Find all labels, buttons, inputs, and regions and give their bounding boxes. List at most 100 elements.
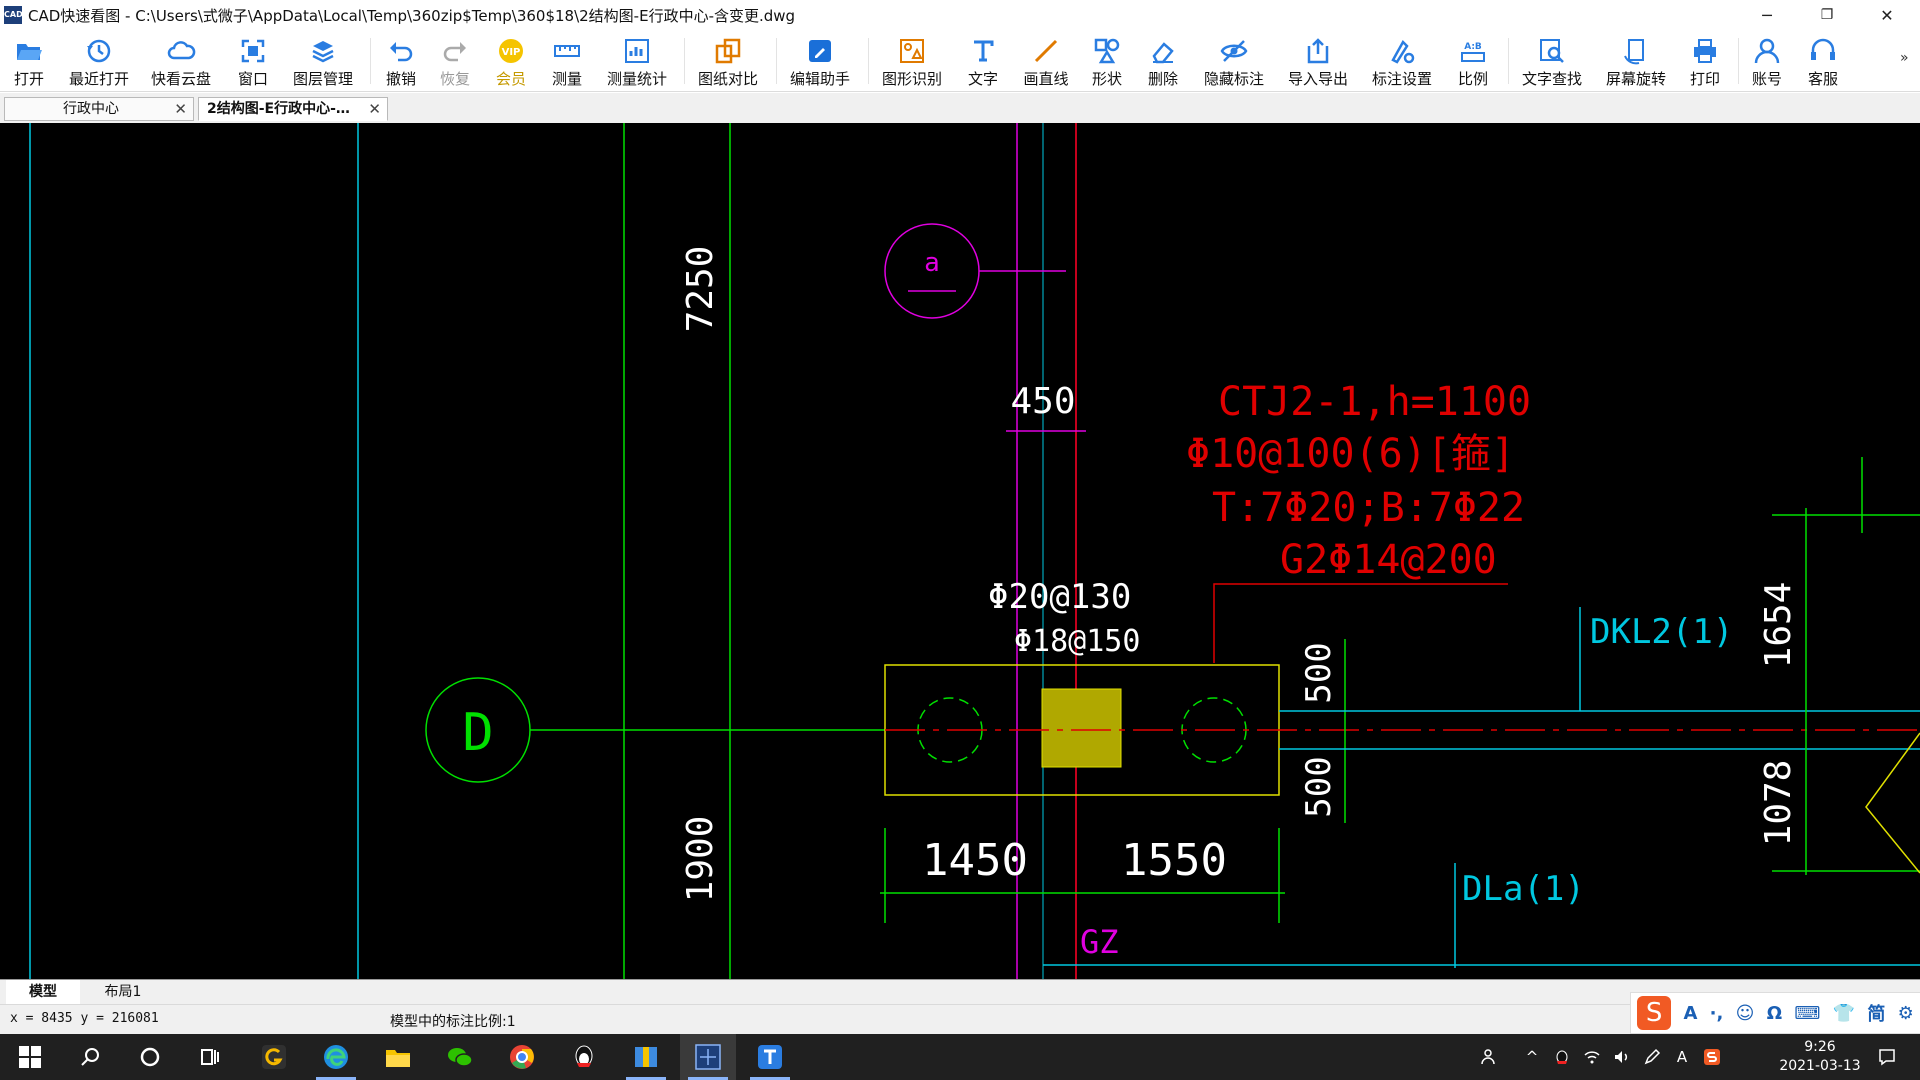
redo-button[interactable]: 恢复 [432, 32, 478, 90]
drawing-canvas[interactable]: a D 7250 1900 450 CTJ2-1,h=1100 Φ10@100(… [0, 123, 1920, 979]
account-button[interactable]: 账号 [1744, 32, 1790, 90]
toolbar-separator [1738, 38, 1739, 84]
speaker-icon [1615, 1051, 1628, 1063]
cortana-button[interactable] [122, 1034, 178, 1080]
tray-wifi-icon[interactable] [1578, 1034, 1606, 1080]
tray-volume-icon[interactable] [1608, 1034, 1636, 1080]
tab-close-icon[interactable]: ✕ [174, 98, 187, 120]
taskbar-app-t[interactable] [742, 1034, 798, 1080]
toolbar-separator [776, 38, 777, 84]
ruler-icon [554, 45, 580, 57]
taskbar-app-archive[interactable] [618, 1034, 674, 1080]
shape-recognition-icon [900, 39, 924, 63]
ime-emoji-icon[interactable]: ☺ [1736, 1003, 1755, 1024]
text-icon [974, 40, 994, 62]
edit-helper-button[interactable]: 编辑助手 [784, 32, 856, 90]
window-button[interactable]: 窗口 [228, 32, 278, 90]
search-button[interactable] [62, 1034, 118, 1080]
tray-pen-icon[interactable] [1638, 1034, 1666, 1080]
maximize-button[interactable]: ❐ [1804, 0, 1850, 30]
dim-label: 1900 [680, 816, 721, 903]
import-export-button[interactable]: 导入导出 [1282, 32, 1354, 90]
redo-icon [443, 42, 466, 62]
ime-settings-icon[interactable]: ⚙ [1898, 1003, 1914, 1024]
close-button[interactable]: ✕ [1864, 0, 1910, 30]
open-button[interactable]: 打开 [6, 32, 52, 90]
start-button[interactable] [2, 1034, 58, 1080]
title-bar: CAD CAD快速看图 - C:\Users\式微子\AppData\Local… [0, 0, 1920, 30]
task-view-button[interactable] [182, 1034, 238, 1080]
archive-icon [635, 1047, 657, 1067]
hide-annotation-button[interactable]: 隐藏标注 [1198, 32, 1270, 90]
taskbar-app-wechat[interactable] [432, 1034, 488, 1080]
stats-icon [625, 39, 649, 63]
tab-admin-center[interactable]: 行政中心 ✕ [4, 97, 194, 121]
text-search-button[interactable]: 文字查找 [1516, 32, 1588, 90]
toolbar-separator [684, 38, 685, 84]
tab-close-icon[interactable]: ✕ [368, 98, 381, 120]
dim-label: 7250 [680, 246, 721, 333]
taskbar-app-cad[interactable] [680, 1034, 736, 1080]
tray-show-hidden-icon[interactable]: ^ [1518, 1034, 1546, 1080]
ime-toolbar: S A ·, ☺ Ω ⌨ 👕 简 ⚙ [1630, 992, 1920, 1034]
shape-recognition-button[interactable]: 图形识别 [876, 32, 948, 90]
sogou-logo-icon[interactable]: S [1637, 996, 1672, 1030]
taskbar-app-chrome[interactable] [494, 1034, 550, 1080]
edit-helper-icon [809, 40, 831, 62]
text-button[interactable]: 文字 [960, 32, 1006, 90]
toolbar-overflow-button[interactable]: » [1900, 50, 1909, 66]
ratio-button[interactable]: A:B 比例 [1450, 32, 1496, 90]
headset-icon [1811, 38, 1835, 60]
toolbar-separator [868, 38, 869, 84]
shape-button[interactable]: 形状 [1084, 32, 1130, 90]
ime-simplified-icon[interactable]: 简 [1867, 1000, 1885, 1026]
toolbar-separator [1508, 38, 1509, 84]
user-icon [1754, 38, 1780, 64]
tray-input-language-icon[interactable]: A [1668, 1034, 1696, 1080]
taskbar-app-explorer[interactable] [370, 1034, 426, 1080]
member-button[interactable]: VIP 会员 [488, 32, 534, 90]
beam-label: DKL2(1) [1590, 612, 1733, 652]
cloud-icon [167, 41, 196, 60]
delete-button[interactable]: 删除 [1140, 32, 1186, 90]
recent-button[interactable]: 最近打开 [64, 32, 134, 90]
pen-icon [1644, 1048, 1661, 1065]
ime-punctuation-icon[interactable]: ·, [1710, 1003, 1724, 1024]
ime-symbol-icon[interactable]: Ω [1767, 1003, 1782, 1024]
print-button[interactable]: 打印 [1682, 32, 1728, 90]
tray-qq-icon[interactable] [1548, 1034, 1576, 1080]
measure-button[interactable]: 测量 [544, 32, 590, 90]
taskbar-app-qq[interactable] [556, 1034, 612, 1080]
notification-center-button[interactable] [1864, 1034, 1910, 1080]
minimize-button[interactable]: ─ [1744, 0, 1790, 30]
ime-keyboard-icon[interactable]: ⌨ [1794, 1003, 1820, 1024]
screen-rotate-button[interactable]: 屏幕旋转 [1600, 32, 1672, 90]
tab-label: 2结构图-E行政中心-… [207, 101, 350, 117]
cloud-button[interactable]: 快看云盘 [146, 32, 216, 90]
tab-model[interactable]: 模型 [6, 980, 80, 1004]
taskbar-clock[interactable]: 9:26 2021-03-13 [1770, 1038, 1870, 1076]
ime-english-icon[interactable]: A [1683, 1003, 1697, 1024]
tray-people-icon[interactable] [1474, 1034, 1506, 1080]
taskbar-app-edge[interactable] [308, 1034, 364, 1080]
axis-label-d: D [462, 703, 493, 763]
axis-label-a: a [924, 248, 940, 278]
clock-time: 9:26 [1804, 1039, 1836, 1055]
leader-line [1213, 583, 1508, 663]
line-button[interactable]: 画直线 [1018, 32, 1074, 90]
undo-button[interactable]: 撤销 [378, 32, 424, 90]
measure-stats-button[interactable]: 测量统计 [602, 32, 672, 90]
compare-button[interactable]: 图纸对比 [692, 32, 764, 90]
tray-sogou-icon[interactable] [1698, 1034, 1726, 1080]
ime-skin-icon[interactable]: 👕 [1833, 1003, 1855, 1024]
tab-structure-drawing[interactable]: 2结构图-E行政中心-… ✕ [198, 97, 388, 121]
ratio-icon: A:B [1461, 42, 1485, 62]
service-button[interactable]: 客服 [1800, 32, 1846, 90]
tab-layout1[interactable]: 布局1 [86, 980, 160, 1004]
vip-icon: VIP [499, 39, 523, 63]
annotation-settings-button[interactable]: 标注设置 [1366, 32, 1438, 90]
toolbar-separator [370, 38, 371, 84]
hidden-eye-icon [1220, 40, 1248, 62]
taskbar-app-g[interactable] [246, 1034, 302, 1080]
layers-button[interactable]: 图层管理 [288, 32, 358, 90]
